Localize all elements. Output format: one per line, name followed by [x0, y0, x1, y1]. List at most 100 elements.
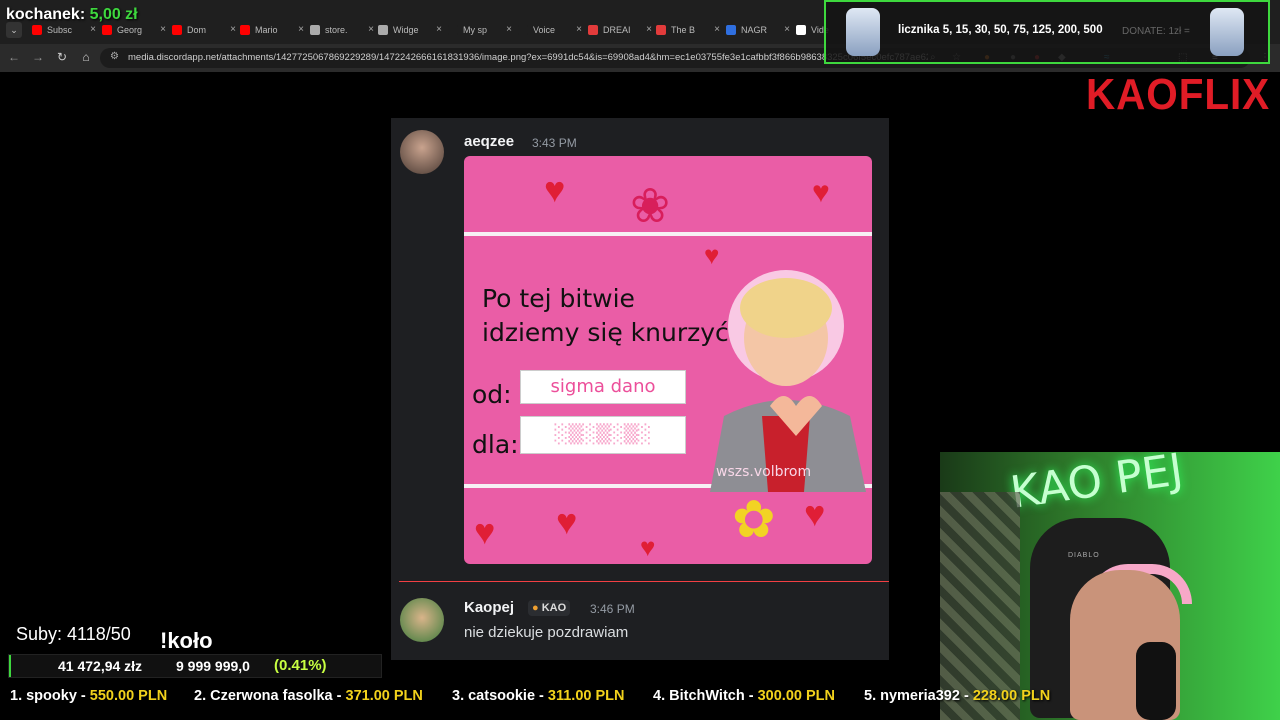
tab-favicon-icon [32, 25, 42, 35]
tab-label: The B [671, 25, 696, 35]
heart-icon: ♥ [556, 501, 578, 542]
close-tab-icon[interactable]: × [230, 24, 236, 35]
close-tab-icon[interactable]: × [368, 24, 374, 35]
neon-sign: KAO PEJ [1007, 452, 1187, 519]
browser-tab[interactable]: My sp × [448, 20, 512, 40]
close-tab-icon[interactable]: × [160, 24, 166, 35]
meme-image[interactable]: ♥ ♥ ♥ ♥ ♥ ♥ ♥ ✿ ❀ Po tej bitwie idziemy … [464, 156, 872, 564]
message-text: nie dziekuje pozdrawiam [464, 624, 629, 641]
kochanek-title: kochanek: [6, 6, 86, 23]
heart-icon: ♥ [640, 532, 656, 562]
browser-tab[interactable]: Widge × [378, 20, 442, 40]
message-timestamp: 3:43 PM [532, 136, 577, 150]
donor-name: 3. catsookie - [452, 688, 548, 704]
heart-icon: ♥ [544, 169, 566, 210]
forward-icon[interactable]: → [30, 50, 46, 64]
meme-od-field: sigma dano [520, 370, 686, 404]
robot-mascot-icon [846, 8, 880, 56]
donor-amount: 371.00 PLN [345, 688, 423, 704]
tab-search-icon[interactable]: ⌄ [6, 22, 22, 38]
message-timestamp: 3:46 PM [590, 602, 635, 616]
site-info-icon[interactable]: ⚙ [110, 51, 119, 62]
close-tab-icon[interactable]: × [576, 24, 582, 35]
tab-favicon-icon [726, 25, 736, 35]
donor-name: 1. spooky - [10, 688, 90, 704]
close-tab-icon[interactable]: × [506, 24, 512, 35]
meme-od-label: od: [472, 380, 512, 409]
donation-info-box: licznika 5, 15, 30, 50, 75, 125, 200, 50… [824, 0, 1270, 64]
tab-favicon-icon [656, 25, 666, 35]
kochanek-label: kochanek: 5,00 zł [6, 6, 138, 24]
tab-label: Widge [393, 25, 419, 35]
message-author[interactable]: aeqzee [464, 133, 514, 150]
woman-photo [710, 270, 866, 492]
tab-label: DREAI [603, 25, 631, 35]
donor-entry: 5. nymeria392 - 228.00 PLN [864, 688, 1050, 704]
meme-dla-label: dla: [472, 430, 519, 459]
tab-favicon-icon [102, 25, 112, 35]
browser-tab[interactable]: Voice × [518, 20, 582, 40]
tab-label: NAGR [741, 25, 768, 35]
tab-label: Dom [187, 25, 207, 35]
tab-favicon-icon [310, 25, 320, 35]
donor-amount: 228.00 PLN [972, 688, 1051, 704]
donor-entry: 1. spooky - 550.00 PLN [10, 688, 167, 704]
close-tab-icon[interactable]: × [784, 24, 790, 35]
flower-icon: ✿ [732, 491, 776, 549]
heart-icon: ♥ [474, 511, 496, 552]
tab-label: store. [325, 25, 348, 35]
back-icon[interactable]: ← [6, 50, 22, 64]
browser-tab[interactable]: Dom × [172, 20, 236, 40]
donation-thresholds-text: licznika 5, 15, 30, 50, 75, 125, 200, 50… [898, 24, 1103, 36]
meme-dla-field: ░▒░▒░▒░ [520, 416, 686, 454]
browser-tab[interactable]: store. × [310, 20, 374, 40]
guild-tag-badge[interactable]: ● KAO [528, 600, 571, 616]
tab-favicon-icon [172, 25, 182, 35]
tab-label: Voice [533, 25, 556, 35]
close-tab-icon[interactable]: × [298, 24, 304, 35]
meme-watermark: wszs.volbrom [716, 464, 812, 480]
avatar[interactable] [400, 598, 444, 642]
donor-entry: 3. catsookie - 311.00 PLN [452, 688, 624, 704]
goal-current: 41 472,94 złz [58, 658, 143, 674]
tab-label: Subsc [47, 25, 73, 35]
donor-amount: 311.00 PLN [547, 688, 625, 704]
browser-tab[interactable]: The B × [656, 20, 720, 40]
close-tab-icon[interactable]: × [714, 24, 720, 35]
meme-text-line1: Po tej bitwie [482, 284, 635, 313]
tab-favicon-icon [796, 25, 806, 35]
robot-mascot-icon [1210, 8, 1244, 56]
home-icon[interactable]: ⌂ [78, 50, 94, 64]
tab-favicon-icon [448, 25, 458, 35]
emoji-icon: ● [532, 602, 539, 614]
tab-label: My sp [463, 25, 488, 35]
chair-brand-text: DIABLO [1068, 552, 1100, 559]
subs-counter: Suby: 4118/50 [16, 624, 131, 644]
tab-favicon-icon [518, 25, 528, 35]
donor-name: 5. nymeria392 - [864, 688, 973, 704]
browser-tab[interactable]: NAGR × [726, 20, 790, 40]
kochanek-amount: 5,00 zł [89, 6, 138, 23]
tab-favicon-icon [588, 25, 598, 35]
goal-progress-fill [9, 655, 11, 677]
tab-favicon-icon [378, 25, 388, 35]
donor-amount: 300.00 PLN [757, 688, 835, 704]
close-tab-icon[interactable]: × [436, 24, 442, 35]
avatar[interactable] [400, 130, 444, 174]
meme-text-line2: idziemy się knurzyć [482, 318, 729, 347]
tab-favicon-icon [240, 25, 250, 35]
heart-icon: ♥ [804, 493, 826, 534]
close-tab-icon[interactable]: × [646, 24, 652, 35]
donation-rate-text: DONATE: 1zł = [1122, 26, 1190, 37]
kaoflix-logo: KAOFLIX [1086, 70, 1271, 119]
photo-wall [940, 492, 1020, 720]
reload-icon[interactable]: ↻ [54, 50, 70, 64]
browser-tab[interactable]: Mario × [240, 20, 304, 40]
donor-entry: 4. BitchWitch - 300.00 PLN [653, 688, 835, 704]
close-tab-icon[interactable]: × [90, 24, 96, 35]
message-author[interactable]: Kaopej [464, 599, 514, 616]
url-text[interactable]: media.discordapp.net/attachments/1427725… [128, 52, 928, 63]
donor-name: 2. Czerwona fasolka - [194, 688, 346, 704]
browser-tab[interactable]: DREAI × [588, 20, 652, 40]
webcam-feed: KAO PEJ DIABLO [940, 452, 1280, 720]
